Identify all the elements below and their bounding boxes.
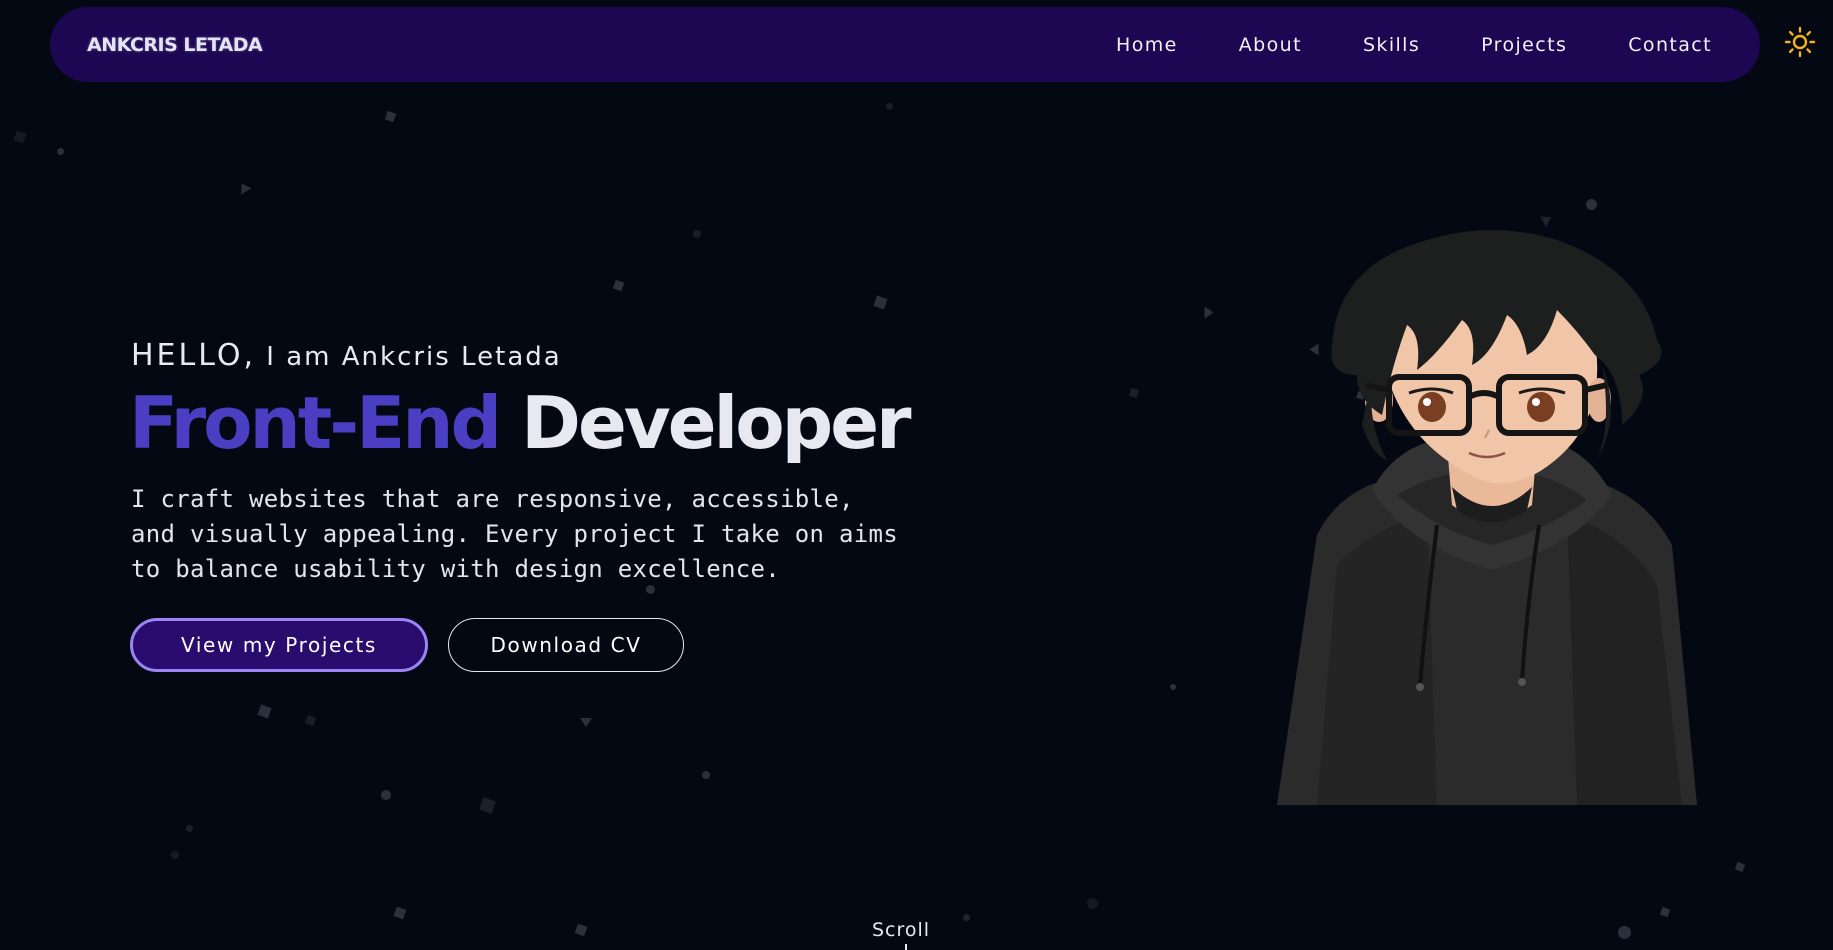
nav-link-projects[interactable]: Projects xyxy=(1481,34,1567,56)
description-line: I craft websites that are responsive, ac… xyxy=(131,485,854,513)
scroll-indicator-label[interactable]: Scroll xyxy=(872,919,930,941)
avatar-illustration xyxy=(1277,230,1697,805)
nav-links: Home About Skills Projects Contact xyxy=(1055,34,1712,56)
theme-toggle-button[interactable] xyxy=(1784,26,1816,58)
brand-logo[interactable]: ANKCRIS LETADA xyxy=(87,34,263,56)
description-line: to balance usability with design excelle… xyxy=(131,555,780,583)
description-line: and visually appealing. Every project I … xyxy=(131,520,898,548)
nav-link-skills[interactable]: Skills xyxy=(1363,34,1420,56)
title-rest: Developer xyxy=(521,381,911,465)
greeting-hello: HELLO, xyxy=(131,338,257,373)
hero-page: ANKCRIS LETADA Home About Skills Project… xyxy=(0,0,1833,950)
sun-icon xyxy=(1784,26,1816,58)
greeting-name: I am Ankcris Letada xyxy=(266,342,562,372)
hero-title: Front-End Developer xyxy=(129,387,912,459)
download-cv-button[interactable]: Download CV xyxy=(448,618,684,672)
title-accent: Front-End xyxy=(129,381,502,465)
nav-link-about[interactable]: About xyxy=(1239,34,1302,56)
top-navbar: ANKCRIS LETADA Home About Skills Project… xyxy=(50,7,1760,82)
scroll-indicator-line xyxy=(905,944,907,950)
view-projects-button[interactable]: View my Projects xyxy=(130,618,428,672)
hero-greeting: HELLO, I am Ankcris Letada xyxy=(131,338,562,373)
nav-link-contact[interactable]: Contact xyxy=(1628,34,1712,56)
hero-description: I craft websites that are responsive, ac… xyxy=(131,482,931,587)
nav-link-home[interactable]: Home xyxy=(1116,34,1178,56)
